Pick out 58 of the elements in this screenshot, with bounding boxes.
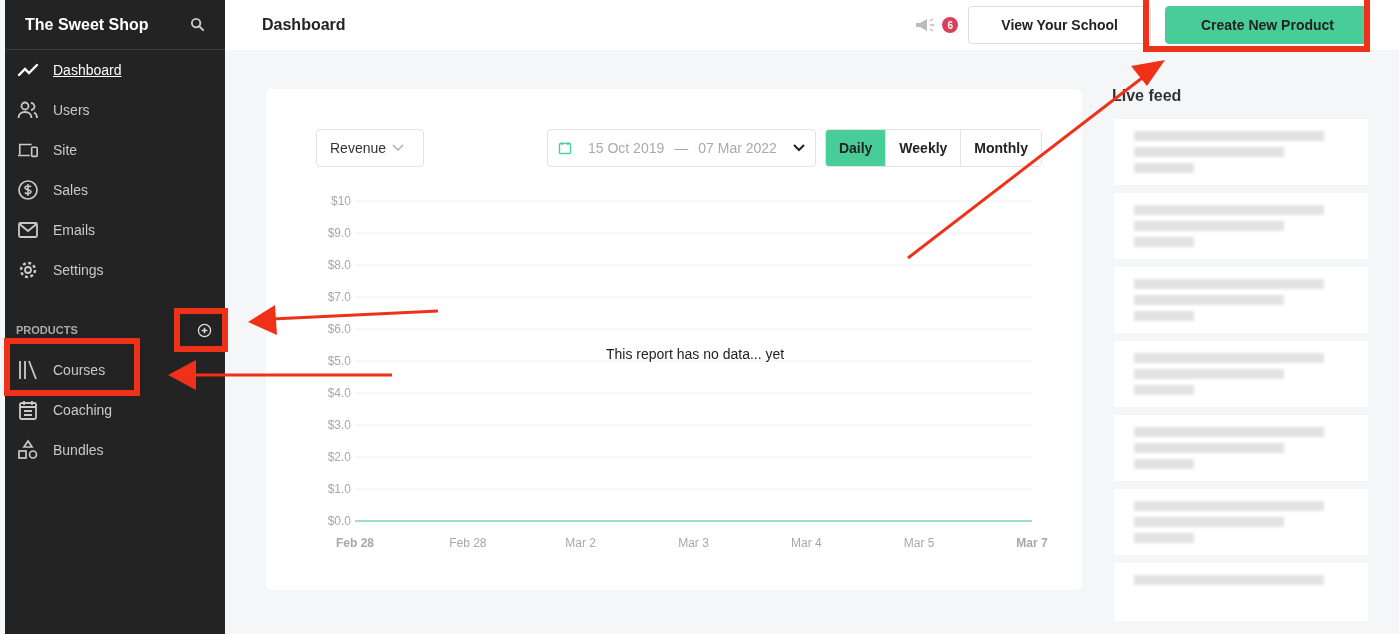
page-title: Dashboard (262, 16, 346, 34)
notification-badge: 6 (942, 17, 959, 33)
sidebar-item[interactable]: Site (5, 130, 90, 170)
sidebar-item[interactable]: Emails (5, 210, 107, 250)
users-icon (17, 99, 39, 121)
blurred-text (1134, 533, 1194, 543)
y-axis-label: $3.0 (327, 418, 351, 432)
date-separator: — (674, 140, 689, 156)
sidebar-item[interactable]: Sales (5, 170, 101, 210)
sidebar-item[interactable]: Coaching (5, 390, 125, 430)
blurred-text (1134, 311, 1194, 321)
blurred-text (1134, 459, 1194, 469)
sidebar-item[interactable]: Settings (5, 250, 116, 290)
sidebar-item[interactable]: Courses (5, 350, 118, 390)
x-axis-label: Mar 3 (678, 536, 709, 550)
period-tab[interactable]: Monthly (960, 130, 1041, 166)
y-axis-label: $8.0 (327, 258, 351, 272)
school-name: The Sweet Shop (25, 15, 149, 34)
sidebar-item[interactable]: Dashboard (5, 50, 134, 90)
blurred-text (1134, 163, 1194, 173)
x-axis-label: Mar 2 (565, 536, 596, 550)
add-icon[interactable] (197, 322, 212, 338)
x-axis-label: Mar 7 (1016, 536, 1048, 550)
period-tab[interactable]: Daily (825, 130, 886, 166)
books-icon (17, 359, 39, 381)
y-axis-label: $0.0 (327, 514, 351, 528)
x-axis-label: Feb 28 (449, 536, 487, 550)
blurred-text (1134, 237, 1194, 247)
x-axis-label: Mar 4 (791, 536, 822, 550)
chevron-down-icon (392, 144, 405, 152)
search-icon[interactable] (190, 17, 205, 32)
y-axis-label: $7.0 (327, 290, 351, 304)
start-date: 15 Oct 2019 (588, 140, 665, 156)
shapes-icon (17, 439, 39, 461)
y-axis-label: $4.0 (327, 386, 351, 400)
calendar-icon (558, 141, 572, 155)
highlight-frame (174, 308, 228, 352)
sidebar-item[interactable]: Users (5, 90, 102, 130)
chevron-down-icon (792, 144, 805, 152)
calendar-icon (17, 399, 39, 421)
y-axis-label: $5.0 (327, 354, 351, 368)
metric-dropdown[interactable]: Revenue (316, 129, 424, 167)
y-axis-label: $1.0 (327, 482, 351, 496)
settings-icon (17, 259, 39, 281)
section-heading: PRODUCTS (16, 324, 78, 336)
y-axis-label: $10 (330, 194, 351, 208)
y-axis-label: $9.0 (327, 226, 351, 240)
dollar-icon (17, 179, 39, 201)
sidebar-item[interactable]: Bundles (5, 430, 116, 470)
view-school-button[interactable]: View Your School (968, 6, 1151, 44)
end-date: 07 Mar 2022 (698, 140, 777, 156)
empty-message: This report has no data... yet (606, 346, 785, 362)
y-axis-label: $6.0 (327, 322, 351, 336)
y-axis-label: $2.0 (327, 450, 351, 464)
x-axis-label: Feb 28 (336, 536, 374, 550)
x-axis-label: Mar 5 (903, 536, 935, 550)
blurred-text (1134, 385, 1194, 395)
envelope-icon (17, 219, 39, 241)
